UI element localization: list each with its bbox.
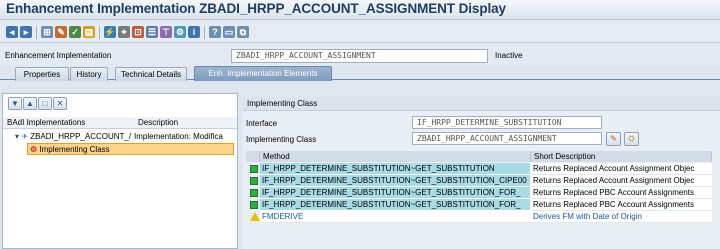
description-cell: Returns Replaced Account Assignment Obje… (531, 163, 712, 175)
active-status-icon (250, 165, 258, 173)
tab-properties[interactable]: Properties (15, 67, 69, 81)
tree-col-description: Description (138, 118, 179, 127)
tree-root-name: ZBADI_HRPP_ACCOUNT_/ (30, 132, 132, 141)
tab-enh-implementation-elements[interactable]: Enh. Implementation Elements (194, 66, 332, 81)
forward-icon[interactable]: ▸ (20, 26, 32, 38)
tab-technical-details[interactable]: Technical Details (115, 67, 187, 81)
display-object-list-icon[interactable]: ⊡ (132, 26, 144, 38)
description-cell: Returns Replaced Account Assignment Obje… (531, 175, 712, 187)
interface-field[interactable]: IF_HRPP_DETERMINE_SUBSTITUTION (412, 116, 602, 129)
object-list-icon[interactable]: ▤ (83, 26, 95, 38)
expand-all-icon[interactable]: ▼ (8, 97, 22, 110)
badi-icon: ✈ (21, 132, 28, 141)
edit-icon[interactable]: ✓ (69, 26, 81, 38)
title-bar: Enhancement Implementation ZBADI_HRPP_AC… (0, 0, 720, 20)
tree-node-root[interactable]: ▾ ✈ ZBADI_HRPP_ACCOUNT_/ (15, 131, 131, 143)
table-row[interactable]: IF_HRPP_DETERMINE_SUBSTITUTION~GET_SUBST… (246, 175, 712, 187)
where-used-icon[interactable]: ⌖ (118, 26, 130, 38)
delete-icon[interactable]: ✕ (53, 97, 67, 110)
table-row[interactable]: IF_HRPP_DETERMINE_SUBSTITUTION~GET_SUBST… (246, 199, 712, 211)
interface-label: Interface (246, 119, 278, 128)
window-title: Enhancement Implementation ZBADI_HRPP_AC… (6, 1, 506, 16)
description-cell: Returns Replaced PBC Account Assignments (531, 199, 712, 211)
method-cell[interactable]: IF_HRPP_DETERMINE_SUBSTITUTION~GET_SUBST… (260, 187, 531, 199)
settings-icon[interactable]: ⚙ (174, 26, 186, 38)
status-text: Inactive (495, 51, 523, 60)
create-icon[interactable]: □ (38, 97, 52, 110)
tree-root-description: Implementation: Modifica (134, 132, 223, 141)
header-area: Enhancement Implementation ZBADI_HRPP_AC… (0, 44, 720, 66)
description-cell: Returns Replaced PBC Account Assignments (531, 187, 712, 199)
expand-arrow-icon[interactable]: ▾ (15, 132, 19, 141)
tree-child-name: Implementing Class (39, 145, 110, 154)
menu-painter-icon[interactable]: ☰ (146, 26, 158, 38)
tree-col-badi: BAdI Implementations (7, 118, 86, 127)
activate-icon[interactable]: ⚡ (104, 26, 116, 38)
method-cell[interactable]: IF_HRPP_DETERMINE_SUBSTITUTION~GET_SUBST… (260, 175, 531, 187)
tab-strip: Properties History Technical Details Enh… (0, 65, 720, 81)
tab-history[interactable]: History (70, 67, 108, 81)
table-row[interactable]: IF_HRPP_DETERMINE_SUBSTITUTION~GET_SUBST… (246, 187, 712, 199)
warning-status-icon (250, 212, 260, 221)
impl-class-label: Implementing Class (246, 135, 317, 144)
back-icon[interactable]: ◂ (6, 26, 18, 38)
table-row[interactable]: FMDERIVE Derives FM with Date of Origin (246, 211, 712, 223)
display-change-icon[interactable]: ✎ (55, 26, 67, 38)
info-icon[interactable]: i (188, 26, 200, 38)
impl-name-field[interactable]: ZBADI_HRPP_ACCOUNT_ASSIGNMENT (231, 49, 488, 63)
docs-icon[interactable]: ▭ (223, 26, 235, 38)
table-row[interactable]: IF_HRPP_DETERMINE_SUBSTITUTION~GET_SUBST… (246, 163, 712, 175)
active-status-icon (250, 201, 258, 209)
description-cell: Derives FM with Date of Origin (531, 211, 712, 223)
method-cell[interactable]: FMDERIVE (260, 211, 531, 223)
impl-class-field[interactable]: ZBADI_HRPP_ACCOUNT_ASSIGNMENT (412, 132, 602, 145)
active-status-icon (250, 177, 258, 185)
table-corner (246, 151, 260, 162)
collapse-all-icon[interactable]: ▲ (23, 97, 37, 110)
other-object-icon[interactable]: ⊞ (41, 26, 53, 38)
tree-node-implementing-class[interactable]: ⚙ Implementing Class (27, 143, 234, 155)
display-glasses-icon[interactable]: ⛭ (624, 132, 639, 146)
tree-header: BAdI Implementations Description (3, 117, 237, 129)
impl-label: Enhancement Implementation (5, 51, 112, 60)
col-header-short-description[interactable]: Short Description (531, 151, 712, 162)
active-status-icon (250, 189, 258, 197)
change-pencil-icon[interactable]: ✎ (606, 132, 621, 146)
detail-pane-title-bar: Implementing Class (243, 97, 720, 111)
method-cell[interactable]: IF_HRPP_DETERMINE_SUBSTITUTION~GET_SUBST… (260, 199, 531, 211)
section-title: Implementing Class (247, 99, 318, 108)
hierarchy-icon[interactable]: ⊤ (160, 26, 172, 38)
help-icon[interactable]: ? (209, 26, 221, 38)
class-icon: ⚙ (30, 145, 38, 154)
application-toolbar: ◂ ▸ ⊞ ✎ ✓ ▤ ⚡ ⌖ ⊡ ☰ ⊤ ⚙ i ? ▭ ⧉ (0, 21, 720, 43)
method-cell[interactable]: IF_HRPP_DETERMINE_SUBSTITUTION~GET_SUBST… (260, 163, 531, 175)
col-header-method[interactable]: Method (260, 151, 531, 162)
copy-icon[interactable]: ⧉ (237, 26, 249, 38)
